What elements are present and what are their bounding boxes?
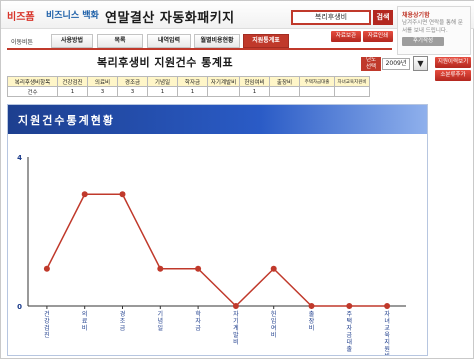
data-point <box>157 265 164 272</box>
tab-support-stats[interactable]: 지원통계표 <box>243 34 289 48</box>
data-point <box>346 303 353 309</box>
x-tick-label: 헌임여비 <box>271 311 277 339</box>
table-header-cell: 자기계발비 <box>207 76 240 87</box>
app-title: 연말결산 자동화패키지 <box>105 11 235 26</box>
table-cell[interactable]: 1 <box>147 86 178 97</box>
print-data-button[interactable]: 자료인쇄 <box>363 31 393 42</box>
data-point <box>81 191 88 198</box>
x-tick-label: 학자금 <box>195 310 201 332</box>
data-point <box>119 191 126 198</box>
tab-monthly-cost[interactable]: 월별비용현황 <box>194 34 240 48</box>
dropdown-button[interactable]: ▼ <box>413 56 428 71</box>
x-tick-label: 경조금 <box>120 311 126 332</box>
data-point <box>43 265 50 272</box>
nav-divider <box>7 48 392 50</box>
nav-label: 이동비튼 <box>11 39 34 46</box>
table-cell[interactable] <box>334 86 370 97</box>
data-point <box>195 265 202 272</box>
x-tick-label: 출장비 <box>309 310 315 332</box>
history-button[interactable]: 지원이력보기 <box>435 57 471 68</box>
x-tick-label: 기념일 <box>158 310 164 332</box>
table-header-cell: 출장비 <box>269 76 300 87</box>
x-tick-label: 자기계발비 <box>233 310 239 346</box>
chevron-down-icon: ▼ <box>417 59 424 68</box>
help-text: 남겨주시면 연락을 통해 문서를 보내 드립니다. <box>402 20 463 34</box>
table-cell[interactable] <box>207 86 240 97</box>
y-tick-label: 4 <box>17 154 22 162</box>
table-cell[interactable] <box>299 86 335 97</box>
year-label: 년도 선택 <box>361 57 381 71</box>
save-data-button[interactable]: 자료보관 <box>331 31 361 42</box>
table-cell[interactable]: 3 <box>87 86 118 97</box>
table-cell[interactable]: 1 <box>57 86 88 97</box>
table-row-label: 건수 <box>7 86 58 97</box>
x-tick-label: 주택자금대출 <box>347 311 353 353</box>
chart-panel: 지원건수통계현황 0 4 건강검진 의료비 경조금 기념일 학자금 자기계발비 헌임여비 출장비 주… <box>7 104 428 356</box>
table-header-cell: 기념일 <box>147 76 178 87</box>
summary-title: 복리후생비 지원건수 통계표 <box>97 56 234 69</box>
tab-list[interactable]: 목록 <box>97 34 143 48</box>
data-point <box>232 303 239 309</box>
stats-table: 복리후생비항목 건강검진 의료비 경조금 기념일 학자금 자기계발비 헌임여비 … <box>7 76 370 97</box>
table-header-cell: 주택자금대출 <box>299 76 335 87</box>
chart-banner: 지원건수통계현황 <box>8 105 427 134</box>
table-header-row: 복리후생비항목 건강검진 의료비 경조금 기념일 학자금 자기계발비 헌임여비 … <box>7 76 370 87</box>
line-chart: 0 4 건 강 검 진 의 료 비 경 조 금 기 념 일 학 자 금 자 기 계 발 비 헌 임 여 비 출 장 비 주 택 자 금 대 출 자 녀 교 육… <box>17 154 406 355</box>
help-title: 채용상기함 <box>402 12 430 19</box>
table-header-cell: 헌임여비 <box>239 76 270 87</box>
review-button[interactable]: 후기작성 <box>402 37 444 46</box>
brand-sub-logo[interactable]: 비즈니스 백화 <box>46 8 99 21</box>
x-tick-label: 의료비 <box>82 310 88 332</box>
table-cell[interactable] <box>269 86 300 97</box>
table-header-cell: 자녀교육지원비 <box>334 76 370 87</box>
table-row: 건수 1 3 3 1 1 1 <box>7 86 370 97</box>
tab-usage[interactable]: 사용방법 <box>51 34 93 48</box>
table-cell[interactable]: 3 <box>117 86 148 97</box>
data-point <box>384 303 391 309</box>
table-header-cell: 건강검진 <box>57 76 88 87</box>
year-select[interactable]: 2009년 <box>382 58 410 70</box>
x-tick-label: 자녀교육지원비 <box>384 310 390 355</box>
series-line <box>46 193 388 308</box>
data-point <box>308 303 315 309</box>
table-header-cell: 학자금 <box>177 76 208 87</box>
y-tick-label: 0 <box>17 303 22 311</box>
x-tick-label: 건강검진 <box>44 310 50 339</box>
chart-banner-title: 지원건수통계현황 <box>18 114 115 127</box>
table-header-cell: 경조금 <box>117 76 148 87</box>
app-window: 비즈폼 비즈니스 백화 연말결산 자동화패키지 복리후생비 검색 채용상기함 남… <box>0 0 474 359</box>
table-header-cell: 복리후생비항목 <box>7 76 58 87</box>
help-box: 채용상기함 남겨주시면 연락을 통해 문서를 보내 드립니다. 후기작성 <box>397 6 471 55</box>
add-category-button[interactable]: 소분류추가 <box>435 70 471 81</box>
data-point <box>270 265 277 272</box>
table-cell[interactable]: 1 <box>239 86 270 97</box>
search-input[interactable]: 복리후생비 <box>291 10 371 25</box>
brand-logo[interactable]: 비즈폼 <box>7 8 35 23</box>
table-cell[interactable]: 1 <box>177 86 208 97</box>
search-button[interactable]: 검색 <box>373 10 393 25</box>
tab-entry[interactable]: 내역입력 <box>147 34 191 48</box>
table-header-cell: 의료비 <box>87 76 118 87</box>
